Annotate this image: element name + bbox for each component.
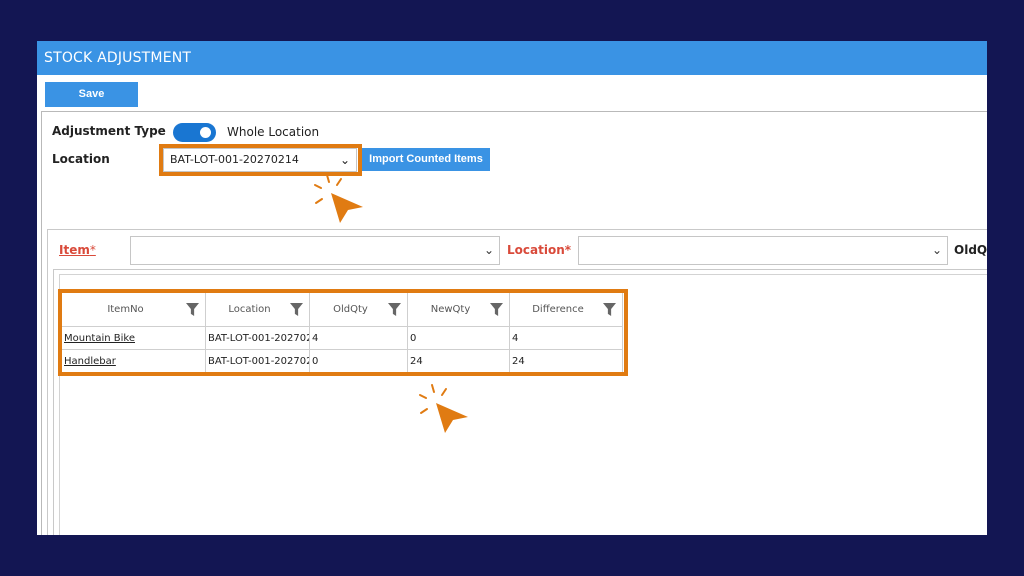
item-location-select[interactable]: ⌄ xyxy=(578,236,948,265)
chevron-down-icon: ⌄ xyxy=(483,243,494,257)
adjustment-type-value: Whole Location xyxy=(227,125,320,139)
item-label[interactable]: Item* xyxy=(59,243,96,257)
grid-highlight-box xyxy=(58,289,628,376)
save-button[interactable]: Save xyxy=(45,82,138,107)
import-counted-items-button[interactable]: Import Counted Items xyxy=(362,148,490,171)
click-cursor-icon xyxy=(314,174,363,223)
chevron-down-icon: ⌄ xyxy=(931,243,942,257)
adjustment-type-toggle[interactable] xyxy=(173,123,216,142)
item-location-label: Location* xyxy=(507,243,572,257)
stock-adjustment-window: STOCK ADJUSTMENT Save Adjustment Type Wh… xyxy=(37,41,987,535)
window-title: STOCK ADJUSTMENT xyxy=(37,41,987,75)
toggle-knob xyxy=(200,127,211,138)
item-oldqty-label: OldQty xyxy=(954,243,987,257)
item-select[interactable]: ⌄ xyxy=(130,236,500,265)
click-cursor-icon xyxy=(419,384,468,433)
location-label: Location xyxy=(52,152,110,166)
adjustment-type-label: Adjustment Type xyxy=(52,124,166,138)
